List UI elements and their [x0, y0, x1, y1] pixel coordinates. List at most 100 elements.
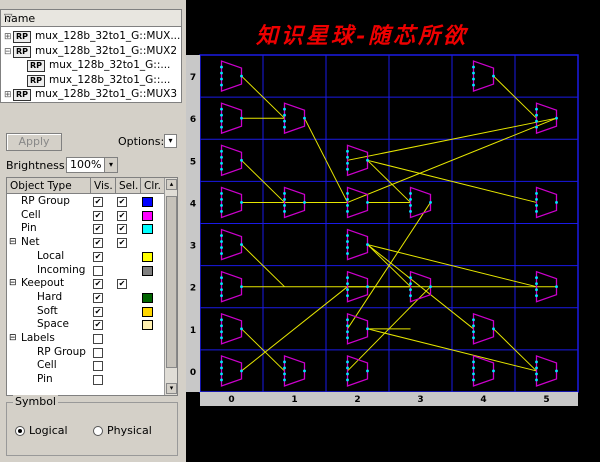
- table-row[interactable]: Hard ✔: [7, 291, 163, 305]
- visible-checkbox[interactable]: [93, 347, 103, 358]
- visible-checkbox[interactable]: [93, 375, 103, 386]
- table-row[interactable]: Cell ✔ ✔: [7, 209, 163, 223]
- tree-item[interactable]: RP mux_128b_32to1_G::...: [18, 58, 170, 73]
- pin: [220, 366, 223, 370]
- pin: [346, 324, 349, 328]
- selectable-checkbox[interactable]: ✔: [117, 224, 127, 235]
- table-row[interactable]: ⊟ Net ✔ ✔: [7, 236, 163, 250]
- color-swatch[interactable]: [142, 210, 153, 221]
- brightness-select[interactable]: 100% ▾: [66, 157, 118, 173]
- filter-icon[interactable]: ▽: [4, 11, 177, 24]
- collapse-icon[interactable]: ⊟: [4, 45, 13, 59]
- pin: [409, 282, 412, 286]
- pin: [472, 366, 475, 370]
- scroll-thumb[interactable]: [166, 196, 177, 368]
- pin: [220, 149, 223, 153]
- visible-checkbox[interactable]: ✔: [93, 292, 103, 303]
- color-swatch[interactable]: [142, 224, 153, 235]
- visible-checkbox[interactable]: ✔: [93, 251, 103, 262]
- selectable-checkbox[interactable]: ✔: [117, 210, 127, 221]
- color-swatch[interactable]: [142, 197, 153, 207]
- pin: [220, 204, 223, 207]
- table-row[interactable]: RP Group ✔ ✔: [7, 195, 163, 209]
- visible-checkbox[interactable]: ✔: [93, 238, 103, 249]
- rp-tag: RP: [27, 74, 46, 87]
- row-label: 4: [190, 199, 196, 209]
- tree-item[interactable]: RP mux_128b_32to1_G::...: [18, 73, 170, 87]
- color-swatch[interactable]: [142, 320, 153, 331]
- object-type-label: Space: [37, 318, 69, 331]
- column-label: 1: [291, 395, 297, 405]
- visible-checkbox[interactable]: ✔: [93, 320, 103, 331]
- visible-checkbox[interactable]: [93, 361, 103, 372]
- pin: [220, 282, 223, 286]
- logical-radio[interactable]: [15, 426, 25, 436]
- pin: [472, 318, 475, 322]
- visible-checkbox[interactable]: ✔: [93, 306, 103, 317]
- pin: [409, 210, 412, 213]
- physical-label[interactable]: Physical: [107, 424, 152, 437]
- column-sel[interactable]: Sel.: [116, 178, 141, 194]
- selectable-checkbox[interactable]: ✔: [117, 238, 127, 249]
- color-swatch[interactable]: [142, 251, 153, 262]
- scroll-up-icon[interactable]: ▴: [166, 179, 177, 190]
- pin: [220, 113, 223, 117]
- column-clr[interactable]: Clr.: [141, 178, 165, 194]
- tree-header[interactable]: name ▽: [0, 9, 182, 27]
- pin: [303, 201, 306, 204]
- pin: [346, 167, 349, 171]
- row-label: 2: [190, 284, 196, 294]
- collapse-icon[interactable]: ⊟: [9, 278, 17, 289]
- pin: [472, 324, 475, 328]
- expand-icon[interactable]: ⊞: [4, 88, 13, 102]
- table-row[interactable]: RP Group: [7, 346, 163, 360]
- tree-item[interactable]: ⊞ RP mux_128b_32to1_G::MUX3: [4, 87, 177, 102]
- tree-item-label: mux_128b_32to1_G::MUX2: [35, 44, 177, 57]
- table-row[interactable]: Space ✔: [7, 318, 163, 332]
- table-row[interactable]: Soft ✔: [7, 305, 163, 319]
- pin: [220, 119, 223, 123]
- table-row[interactable]: ⊟ Labels: [7, 332, 163, 346]
- color-swatch[interactable]: [142, 265, 153, 276]
- color-swatch[interactable]: [142, 292, 153, 303]
- pin: [346, 330, 349, 334]
- visible-checkbox[interactable]: ✔: [93, 279, 103, 290]
- pin: [303, 369, 306, 373]
- pin: [346, 198, 349, 201]
- pin: [220, 192, 223, 195]
- selectable-checkbox[interactable]: ✔: [117, 197, 127, 207]
- collapse-icon[interactable]: ⊟: [9, 237, 17, 248]
- visible-checkbox[interactable]: [93, 265, 103, 276]
- placement-canvas[interactable]: 7 6 5 4 3 2 1 0 0 1 2 3 4 5: [186, 0, 600, 462]
- physical-radio[interactable]: [93, 426, 103, 436]
- table-row[interactable]: Pin ✔ ✔: [7, 222, 163, 236]
- pin: [220, 378, 223, 382]
- chevron-down-icon[interactable]: ▾: [104, 158, 117, 172]
- scroll-down-icon[interactable]: ▾: [166, 383, 177, 394]
- visible-checkbox[interactable]: [93, 334, 103, 344]
- collapse-icon[interactable]: ⊟: [9, 333, 17, 344]
- column-object-type[interactable]: Object Type: [7, 178, 91, 194]
- tree-item[interactable]: ⊟ RP mux_128b_32to1_G::MUX2: [4, 44, 177, 58]
- options-dropdown[interactable]: ▾: [164, 134, 177, 148]
- column-vis[interactable]: Vis.: [91, 178, 116, 194]
- color-swatch[interactable]: [142, 306, 153, 317]
- table-row[interactable]: Incoming: [7, 264, 163, 278]
- pin: [535, 119, 538, 123]
- pin: [283, 198, 286, 201]
- logical-label[interactable]: Logical: [29, 424, 68, 437]
- object-type-label: Keepout: [21, 277, 65, 290]
- column-label: 2: [354, 395, 360, 405]
- visible-checkbox[interactable]: ✔: [93, 224, 103, 235]
- visible-checkbox[interactable]: ✔: [93, 197, 103, 207]
- selectable-checkbox[interactable]: ✔: [117, 279, 127, 290]
- visible-checkbox[interactable]: ✔: [93, 210, 103, 221]
- tree-item[interactable]: ⊞ RP mux_128b_32to1_G::MUX...: [4, 29, 180, 43]
- table-row[interactable]: Local ✔: [7, 250, 163, 264]
- apply-button[interactable]: Apply: [6, 133, 62, 151]
- expand-icon[interactable]: ⊞: [4, 30, 13, 44]
- table-row[interactable]: ⊟ Keepout ✔ ✔: [7, 277, 163, 291]
- table-scrollbar[interactable]: ▴ ▾: [164, 178, 177, 395]
- table-row[interactable]: Pin: [7, 373, 163, 387]
- table-row[interactable]: Cell: [7, 359, 163, 373]
